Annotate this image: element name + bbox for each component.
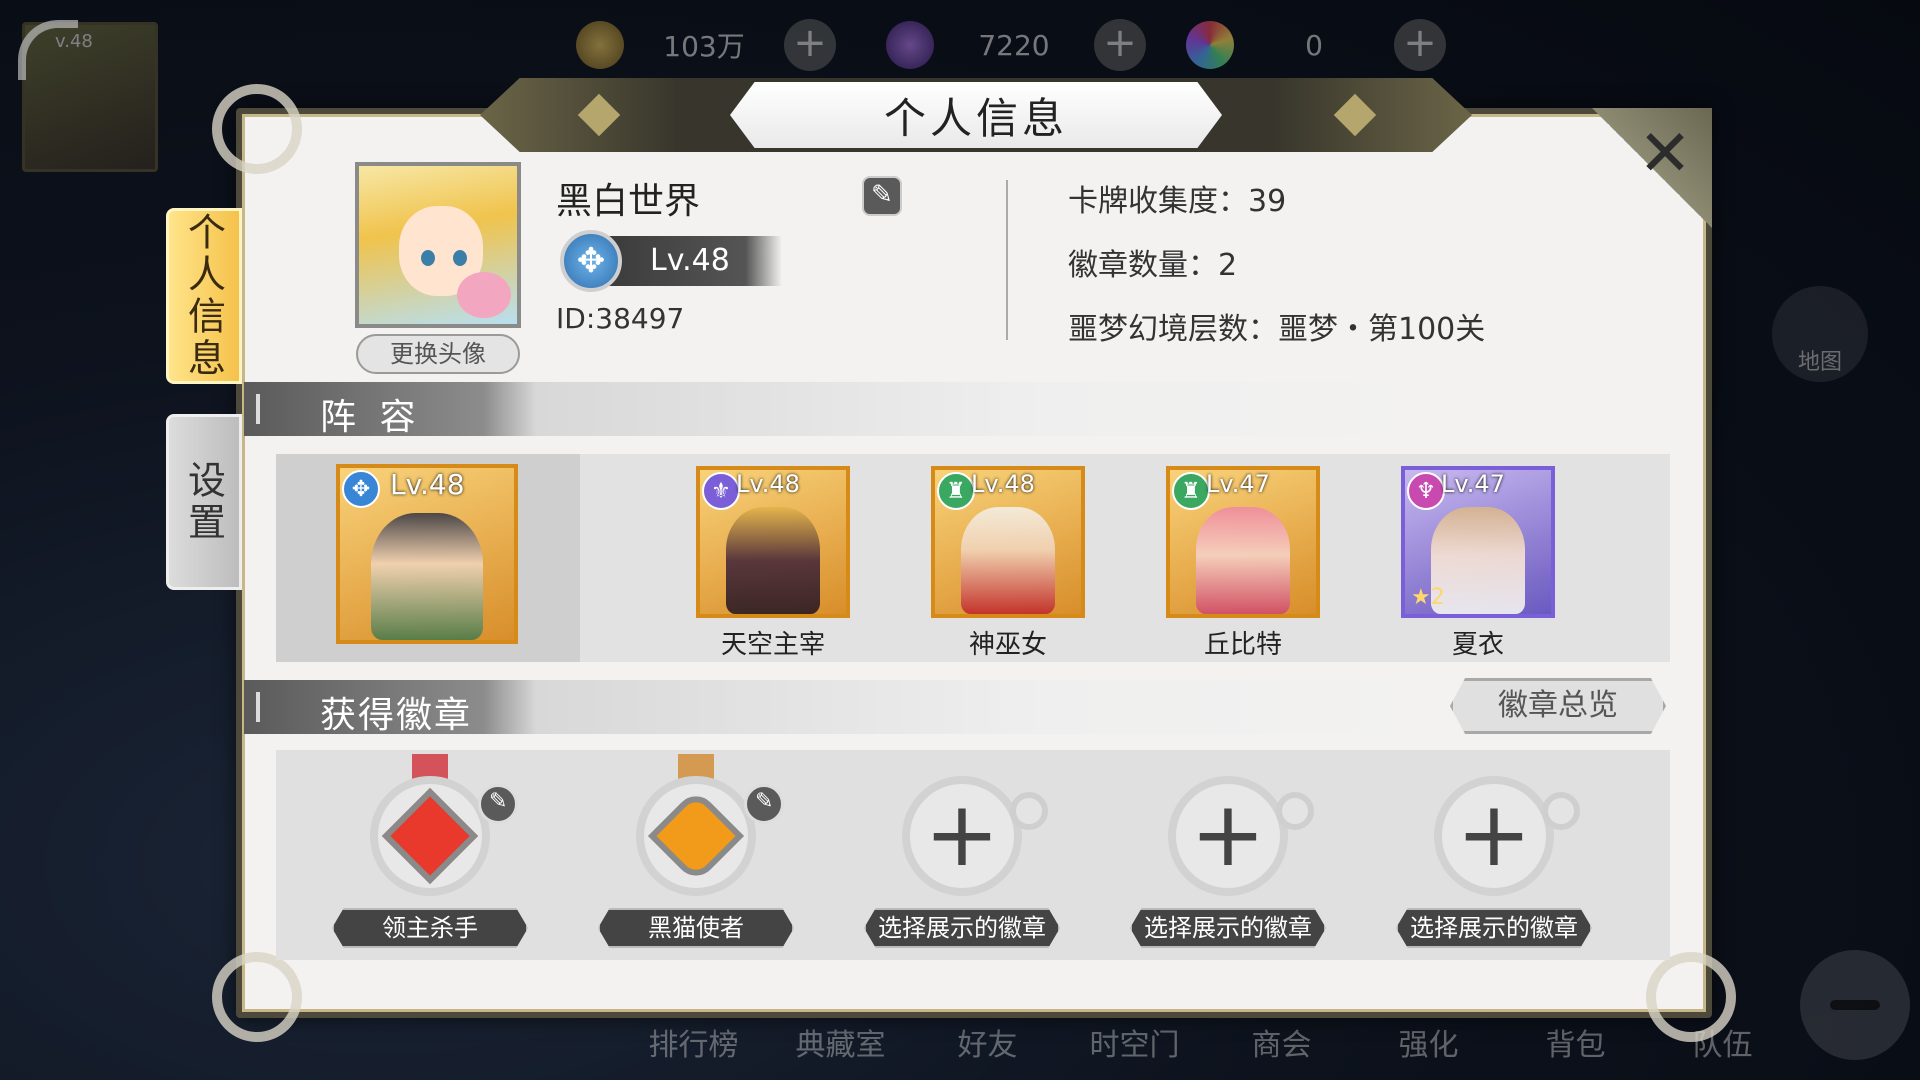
corner-ornament [212, 952, 302, 1042]
stat-card-collection: 卡牌收集度：39 [1068, 184, 1287, 219]
currency-orb: 0 + [1186, 18, 1446, 72]
add-gold-button[interactable]: + [784, 19, 836, 71]
hero-portrait [961, 507, 1055, 614]
hero-portrait [1196, 507, 1290, 614]
hero-stars: ★2 [1411, 585, 1445, 610]
empty-badge-slot[interactable]: + 选择展示的徽章 [864, 756, 1060, 948]
player-id: ID:38497 [556, 302, 685, 335]
badge-slot[interactable]: 黑猫使者 [598, 754, 794, 948]
stat-badge-count: 徽章数量：2 [1068, 248, 1238, 283]
hero-portrait [726, 507, 820, 614]
hero-card[interactable]: ♜ Lv.48 [931, 466, 1085, 618]
nav-ranking[interactable]: 排行榜 [620, 1020, 767, 1064]
add-gem-button[interactable]: + [1094, 19, 1146, 71]
nav-friends[interactable]: 好友 [914, 1020, 1061, 1064]
map-button-label: 地图 [1797, 350, 1842, 375]
corner-ornament [1646, 952, 1736, 1042]
player-name: 黑白世界 [556, 181, 701, 222]
badge-slot[interactable]: 领主杀手 [332, 754, 528, 948]
badges-title: 获得徽章 [320, 695, 473, 736]
badge-label: 选择展示的徽章 [1396, 908, 1592, 948]
avatar[interactable] [355, 162, 521, 328]
purple-gem-icon [886, 21, 934, 69]
header-marker [256, 394, 260, 424]
map-button[interactable]: 地图 [1772, 286, 1868, 382]
corner-ornament [212, 84, 302, 174]
panel-title: 个人信息 [883, 93, 1068, 143]
element-green-icon: ♜ [1172, 472, 1210, 510]
badge-label: 领主杀手 [332, 908, 528, 948]
hero-name: 神巫女 [968, 630, 1047, 660]
add-badge-icon: + [924, 782, 1000, 887]
edit-badge-icon[interactable] [478, 784, 518, 824]
player-level: Lv.48 [600, 236, 782, 286]
hero-level: Lv.47 [1206, 470, 1270, 498]
currency-gem-value: 7220 [978, 28, 1050, 62]
compass-icon[interactable] [1800, 950, 1910, 1060]
leader-card[interactable]: ✥ Lv.48 [336, 464, 518, 644]
close-button[interactable]: ✕ [1630, 122, 1700, 192]
empty-badge-slot[interactable]: + 选择展示的徽章 [1396, 756, 1592, 948]
lineup-title: 阵 容 [320, 397, 422, 438]
currency-gold: 103万 + [576, 18, 836, 72]
hero-level: Lv.48 [736, 470, 800, 498]
badge-label: 黑猫使者 [598, 908, 794, 948]
edit-name-icon[interactable] [862, 176, 902, 216]
badge-label: 选择展示的徽章 [1130, 908, 1326, 948]
title-plate: 个人信息 [730, 82, 1222, 148]
leader-level: Lv.48 [390, 468, 465, 501]
avatar-eye [453, 250, 467, 266]
hero-portrait [371, 512, 483, 640]
hero-name: 夏衣 [1451, 630, 1504, 660]
nav-bag[interactable]: 背包 [1502, 1020, 1649, 1064]
badge-label: 选择展示的徽章 [864, 908, 1060, 948]
tab-settings[interactable]: 设置 [166, 414, 242, 590]
avatar-eye [421, 250, 435, 266]
hero-level: Lv.47 [1441, 470, 1505, 498]
hero-name: 天空主宰 [720, 630, 825, 660]
nav-collection[interactable]: 典藏室 [767, 1020, 914, 1064]
hero-portrait [1431, 507, 1525, 614]
edit-badge-icon[interactable] [744, 784, 784, 824]
nav-upgrade[interactable]: 强化 [1355, 1020, 1502, 1064]
stat-nightmare-floor: 噩梦幻境层数：噩梦・第100关 [1068, 312, 1486, 347]
element-pink-icon: ♆ [1407, 472, 1445, 510]
add-orb-button[interactable]: + [1394, 19, 1446, 71]
hero-name: 丘比特 [1203, 630, 1282, 660]
currency-gem: 7220 + [886, 18, 1146, 72]
element-green-icon: ♜ [937, 472, 975, 510]
element-blue-icon: ✥ [342, 470, 380, 508]
bottom-nav: 排行榜 典藏室 好友 时空门 商会 强化 背包 队伍 [620, 1020, 1796, 1064]
lineup-header: 阵 容 [244, 382, 1574, 438]
header-marker [256, 692, 260, 722]
badges-header: 获得徽章 [244, 680, 1574, 736]
rainbow-orb-icon [1186, 21, 1234, 69]
change-avatar-button[interactable]: 更换头像 [356, 334, 520, 374]
gold-coin-icon [576, 21, 624, 69]
hero-card[interactable]: ⚜ Lv.48 [696, 466, 850, 618]
badge-overview-button[interactable]: 徽章总览 [1450, 678, 1666, 734]
add-badge-icon: + [1190, 782, 1266, 887]
currency-orb-value: 0 [1305, 28, 1323, 62]
hero-card[interactable]: ♆ Lv.47 ★2 [1401, 466, 1555, 618]
element-purple-icon: ⚜ [702, 472, 740, 510]
tab-personal-info[interactable]: 个人信息 [166, 208, 242, 384]
hero-card[interactable]: ♜ Lv.47 [1166, 466, 1320, 618]
currency-gold-value: 103万 [663, 30, 745, 63]
divider [1006, 180, 1008, 340]
nav-portal[interactable]: 时空门 [1061, 1020, 1208, 1064]
avatar-pet [457, 272, 511, 318]
add-badge-icon: + [1456, 782, 1532, 887]
empty-badge-slot[interactable]: + 选择展示的徽章 [1130, 756, 1326, 948]
nav-shop[interactable]: 商会 [1208, 1020, 1355, 1064]
level-emblem-icon: ✥ [560, 230, 622, 292]
hero-level: Lv.48 [971, 470, 1035, 498]
